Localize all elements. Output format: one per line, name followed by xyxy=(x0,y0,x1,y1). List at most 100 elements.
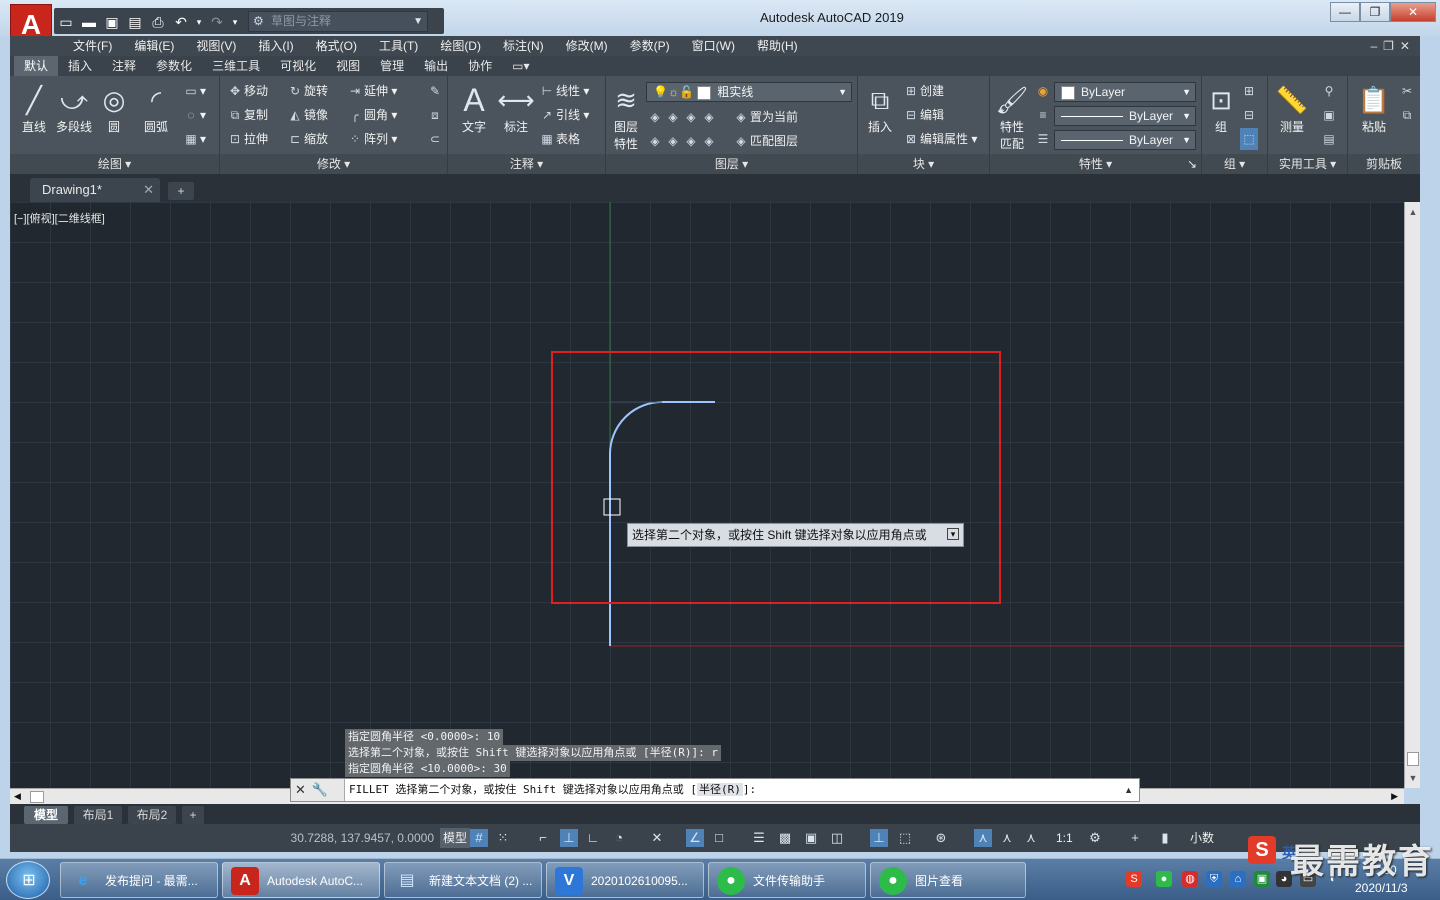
undo-icon[interactable]: ↶ xyxy=(171,12,191,32)
tab-layout1[interactable]: 布局1 xyxy=(74,806,122,824)
linear-dim-tool[interactable]: ⊢ 线性 ▾ xyxy=(538,80,590,102)
task-wechat-transfer[interactable]: ● 文件传输助手 xyxy=(708,862,866,898)
save-icon[interactable]: ▣ xyxy=(102,12,122,32)
rectangle-tool[interactable]: ▭ ▾ xyxy=(182,80,206,102)
transparency-icon[interactable]: ▩ xyxy=(776,829,794,847)
panel-block-title[interactable]: 块 ▾ xyxy=(858,154,989,174)
menu-draw[interactable]: 绘图(D) xyxy=(429,36,492,56)
explode-tool[interactable]: ⧈ xyxy=(426,104,444,126)
scroll-down-arrow[interactable]: ▼ xyxy=(1405,770,1421,786)
lineweight-display-icon[interactable]: ☰ xyxy=(750,829,768,847)
start-button[interactable]: ⊞ xyxy=(6,861,50,899)
3d-osnap-icon[interactable]: ◫ xyxy=(828,829,846,847)
tab-3d-tools[interactable]: 三维工具 xyxy=(202,56,270,76)
linetype-dropdown[interactable]: ByLayer ▼ xyxy=(1054,106,1196,126)
annotation-scale[interactable]: 1:1 xyxy=(1056,828,1073,848)
redo-icon[interactable]: ↷ xyxy=(207,12,227,32)
command-line[interactable]: ✕🔧 FILLET 选择第二个对象，或按住 Shift 键选择对象以应用角点或 … xyxy=(290,778,1140,802)
drawing-canvas[interactable]: [−][俯视][二维线框] 选择第二个对象，或按住 Shift 键选择对象以应用… xyxy=(10,202,1404,788)
color-dropdown[interactable]: ByLayer ▼ xyxy=(1054,82,1196,102)
fillet-tool[interactable]: ╭ 圆角 ▾ xyxy=(346,104,397,126)
annotation-scale-icon[interactable]: ⋏ xyxy=(1022,829,1040,847)
scroll-thumb[interactable] xyxy=(1407,752,1419,766)
scroll-up-arrow[interactable]: ▲ xyxy=(1405,204,1421,220)
task-browser[interactable]: e 发布提问 - 最需... xyxy=(60,862,218,898)
create-block-tool[interactable]: ⊞ 创建 xyxy=(902,80,944,102)
panel-annotation-title[interactable]: 注释 ▾ xyxy=(448,154,605,174)
mirror-tool[interactable]: ◭ 镜像 xyxy=(286,104,328,126)
layer-tools-row2[interactable]: ◈ ◈ ◈ ◈ xyxy=(646,130,718,152)
tab-model[interactable]: 模型 xyxy=(24,806,68,824)
polyline-tool[interactable]: ⤻ 多段线 xyxy=(54,82,94,135)
security-shield-icon[interactable]: ⛨ xyxy=(1206,871,1222,887)
layer-dropdown[interactable]: 💡☼🔓 粗实线 ▼ xyxy=(646,82,852,102)
menu-help[interactable]: 帮助(H) xyxy=(746,36,809,56)
lineweight-dropdown[interactable]: ByLayer ▼ xyxy=(1054,130,1196,150)
cut-icon[interactable]: ✂ xyxy=(1398,80,1416,102)
command-prompt[interactable]: FILLET 选择第二个对象，或按住 Shift 键选择对象以应用角点或 [半径… xyxy=(349,779,756,801)
annotation-monitor-icon[interactable]: + xyxy=(1126,829,1144,847)
vertical-scrollbar[interactable]: ▲ ▼ xyxy=(1404,202,1420,788)
isometric-icon[interactable]: ✕ xyxy=(648,829,666,847)
menu-dimension[interactable]: 标注(N) xyxy=(492,36,555,56)
array-tool[interactable]: ⁘ 阵列 ▾ xyxy=(346,128,397,150)
selection-filter-icon[interactable]: ⬚ xyxy=(896,829,914,847)
object-snap-icon[interactable]: □ xyxy=(710,829,728,847)
move-tool[interactable]: ✥ 移动 xyxy=(226,80,268,102)
copy-tool[interactable]: ⧉ 复制 xyxy=(226,104,268,126)
group-edit-icon[interactable]: ⊟ xyxy=(1240,104,1258,126)
plot-icon[interactable]: ⎙ xyxy=(148,12,168,32)
redo-dropdown-icon[interactable]: ▾ xyxy=(230,12,240,32)
clock-date[interactable]: 2020/11/3 xyxy=(1355,881,1408,895)
leader-tool[interactable]: ↗ 引线 ▾ xyxy=(538,104,589,126)
menu-parametric[interactable]: 参数(P) xyxy=(619,36,681,56)
scroll-left-arrow[interactable]: ◀ xyxy=(14,791,21,802)
panel-clipboard-title[interactable]: 剪贴板 xyxy=(1348,154,1420,174)
arc-tool[interactable]: ◜ 圆弧 xyxy=(136,82,176,135)
grid-icon[interactable]: # xyxy=(470,829,488,847)
scroll-right-arrow[interactable]: ▶ xyxy=(1391,791,1398,802)
auto-scale-icon[interactable]: ⋏ xyxy=(998,829,1016,847)
annotation-visibility-icon[interactable]: ⋏ xyxy=(974,829,992,847)
workspace-gear-icon[interactable]: ⚙ xyxy=(1086,829,1104,847)
circle-tool[interactable]: ◎ 圆 xyxy=(94,82,134,135)
paste-tool[interactable]: 📋 粘贴 xyxy=(1354,82,1394,135)
save-as-icon[interactable]: ▤ xyxy=(125,12,145,32)
tab-visualize[interactable]: 可视化 xyxy=(270,56,326,76)
open-folder-icon[interactable]: ▬ xyxy=(79,12,99,32)
tab-layout2[interactable]: 布局2 xyxy=(128,806,176,824)
close-icon[interactable]: ✕ xyxy=(295,782,312,797)
gizmo-icon[interactable]: ⊛ xyxy=(932,829,950,847)
command-option-radius[interactable]: 半径(R) xyxy=(696,783,743,796)
infer-constraints-icon[interactable]: ⌐ xyxy=(534,829,552,847)
lineweight-icon[interactable]: ☰ xyxy=(1034,128,1052,150)
model-space-toggle[interactable]: 模型 xyxy=(440,828,471,848)
selection-cycling-icon[interactable]: ▣ xyxy=(802,829,820,847)
maximize-button[interactable]: ❐ xyxy=(1360,2,1390,22)
ortho-icon[interactable]: ∟ xyxy=(584,829,602,847)
match-properties-tool[interactable]: 🖌 特性 匹配 xyxy=(992,82,1032,152)
hatch-tool[interactable]: ▦ ▾ xyxy=(182,128,206,150)
cursor-coordinates[interactable]: 30.7288, 137.9457, 0.0000 xyxy=(254,828,434,848)
network-icon[interactable]: ⌂ xyxy=(1230,871,1246,887)
copy-clip-icon[interactable]: ⧉ xyxy=(1398,104,1416,126)
menu-file[interactable]: 文件(F) xyxy=(62,36,123,56)
menu-insert[interactable]: 插入(I) xyxy=(247,36,304,56)
tab-collaborate[interactable]: 协作 xyxy=(458,56,502,76)
layer-properties-tool[interactable]: ≋ 图层 特性 xyxy=(608,82,644,152)
task-notepad[interactable]: ▤ 新建文本文档 (2) ... xyxy=(384,862,542,898)
workspace-switcher[interactable]: ⚙ 草图与注释 ▼ xyxy=(248,11,428,32)
insert-block-tool[interactable]: ⧉ 插入 xyxy=(860,82,900,135)
panel-groups-title[interactable]: 组 ▾ xyxy=(1202,154,1267,174)
color-wheel-icon[interactable]: ◉ xyxy=(1034,80,1052,102)
menu-edit[interactable]: 编辑(E) xyxy=(123,36,185,56)
stretch-tool[interactable]: ⊡ 拉伸 xyxy=(226,128,268,150)
rotate-tool[interactable]: ↻ 旋转 xyxy=(286,80,328,102)
scale-tool[interactable]: ⊏ 缩放 xyxy=(286,128,328,150)
dynamic-input-icon[interactable]: ⊥ xyxy=(560,829,578,847)
close-button[interactable]: ✕ xyxy=(1390,2,1436,22)
tab-manage[interactable]: 管理 xyxy=(370,56,414,76)
panel-modify-title[interactable]: 修改 ▾ xyxy=(220,154,447,174)
offset-tool[interactable]: ⊂ xyxy=(426,128,444,150)
tab-parametric[interactable]: 参数化 xyxy=(146,56,202,76)
